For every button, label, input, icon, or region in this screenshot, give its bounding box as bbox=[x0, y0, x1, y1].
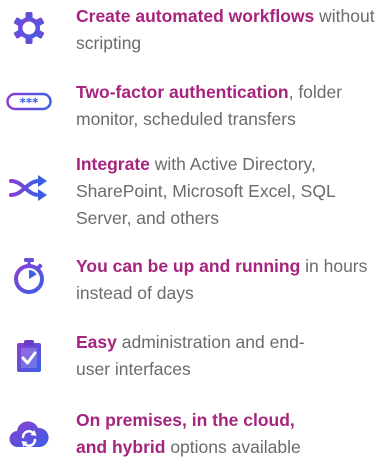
gear-icon bbox=[0, 8, 58, 48]
feature-highlight: You can be up and running bbox=[76, 256, 301, 276]
feature-highlight: Easy bbox=[76, 332, 117, 352]
feature-item: Create automated workflows without scrip… bbox=[0, 0, 383, 60]
feature-highlight: Two-factor authentication bbox=[76, 82, 289, 102]
shuffle-icon bbox=[0, 168, 58, 208]
feature-text: Easy administration and end-user interfa… bbox=[76, 329, 316, 383]
feature-text: Integrate with Active Directory, SharePo… bbox=[76, 151, 376, 232]
password-icon: *** bbox=[0, 90, 58, 114]
feature-item: You can be up and running in hours inste… bbox=[0, 250, 383, 310]
cloud-sync-icon bbox=[0, 414, 58, 454]
clipboard-check-icon bbox=[0, 336, 58, 376]
feature-item: On premises, in the cloud, and hybrid op… bbox=[0, 404, 383, 468]
feature-text: Create automated workflows without scrip… bbox=[76, 3, 376, 57]
feature-text: On premises, in the cloud, and hybrid op… bbox=[76, 407, 306, 461]
feature-highlight: Integrate bbox=[76, 154, 150, 174]
svg-text:***: *** bbox=[20, 96, 40, 110]
feature-item: Integrate with Active Directory, SharePo… bbox=[0, 148, 383, 238]
feature-text: Two-factor authentication, folder monito… bbox=[76, 79, 376, 133]
feature-item: Easy administration and end-user interfa… bbox=[0, 326, 383, 386]
feature-highlight: Create automated workflows bbox=[76, 6, 315, 26]
stopwatch-icon bbox=[0, 256, 58, 296]
feature-item: *** Two-factor authentication, folder mo… bbox=[0, 76, 383, 136]
feature-description: options available bbox=[165, 437, 301, 457]
feature-text: You can be up and running in hours inste… bbox=[76, 253, 376, 307]
